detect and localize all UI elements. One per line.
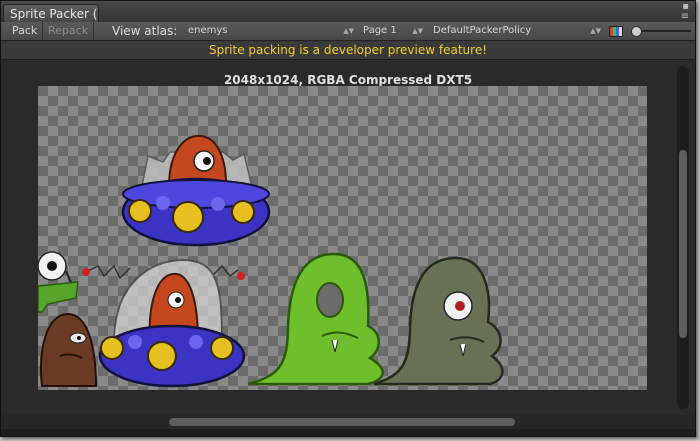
page-dropdown-value: Page 1	[363, 25, 397, 36]
view-atlas-label: View atlas:	[112, 24, 178, 38]
packer-policy-value: DefaultPackerPolicy	[433, 25, 532, 36]
dropdown-arrow-icon: ▲▼	[590, 27, 601, 35]
atlas-canvas[interactable]	[38, 86, 647, 390]
rgba-channels-icon[interactable]	[609, 26, 623, 37]
atlas-dropdown[interactable]: enemys ▲▼	[184, 23, 356, 39]
sprite-packer-window: Sprite Packer ( ▪ ≡ Pack Repack View atl…	[0, 0, 696, 437]
tab-bar: Sprite Packer ( ▪ ≡	[1, 1, 695, 23]
packer-policy-dropdown[interactable]: DefaultPackerPolicy ▲▼	[429, 23, 603, 39]
atlas-texture	[38, 134, 504, 388]
ufo-dome-sprite	[98, 258, 246, 388]
dropdown-arrow-icon: ▲▼	[412, 27, 423, 35]
pack-button[interactable]: Pack	[7, 22, 44, 40]
page-dropdown[interactable]: Page 1 ▲▼	[359, 23, 425, 39]
grass-sprite	[38, 281, 79, 313]
menu-icon[interactable]: ≡	[681, 12, 689, 22]
atlas-info: 2048x1024, RGBA Compressed DXT5	[223, 73, 473, 87]
horizontal-scroll-thumb[interactable]	[169, 418, 515, 426]
preview-warning: Sprite packing is a developer preview fe…	[1, 41, 695, 59]
toolbar: Pack Repack View atlas: enemys ▲▼ Page 1…	[1, 22, 695, 41]
horizontal-scrollbar[interactable]	[1, 415, 695, 429]
tab-sprite-packer[interactable]: Sprite Packer (	[3, 4, 99, 22]
vertical-scrollbar[interactable]	[677, 66, 689, 409]
zoom-slider-handle[interactable]	[631, 26, 642, 37]
brown-blob-sprite	[40, 312, 98, 387]
repack-button[interactable]: Repack	[43, 22, 95, 40]
dropdown-arrow-icon: ▲▼	[343, 27, 354, 35]
atlas-view[interactable]: 2048x1024, RGBA Compressed DXT5	[1, 60, 695, 415]
atlas-dropdown-value: enemys	[188, 25, 228, 36]
window-controls: ▪ ≡	[681, 2, 689, 22]
green-slime-sprite	[247, 252, 384, 386]
ufo-monster-sprite	[121, 134, 271, 247]
vertical-scroll-thumb[interactable]	[679, 150, 687, 338]
gray-slime-sprite	[373, 256, 504, 386]
